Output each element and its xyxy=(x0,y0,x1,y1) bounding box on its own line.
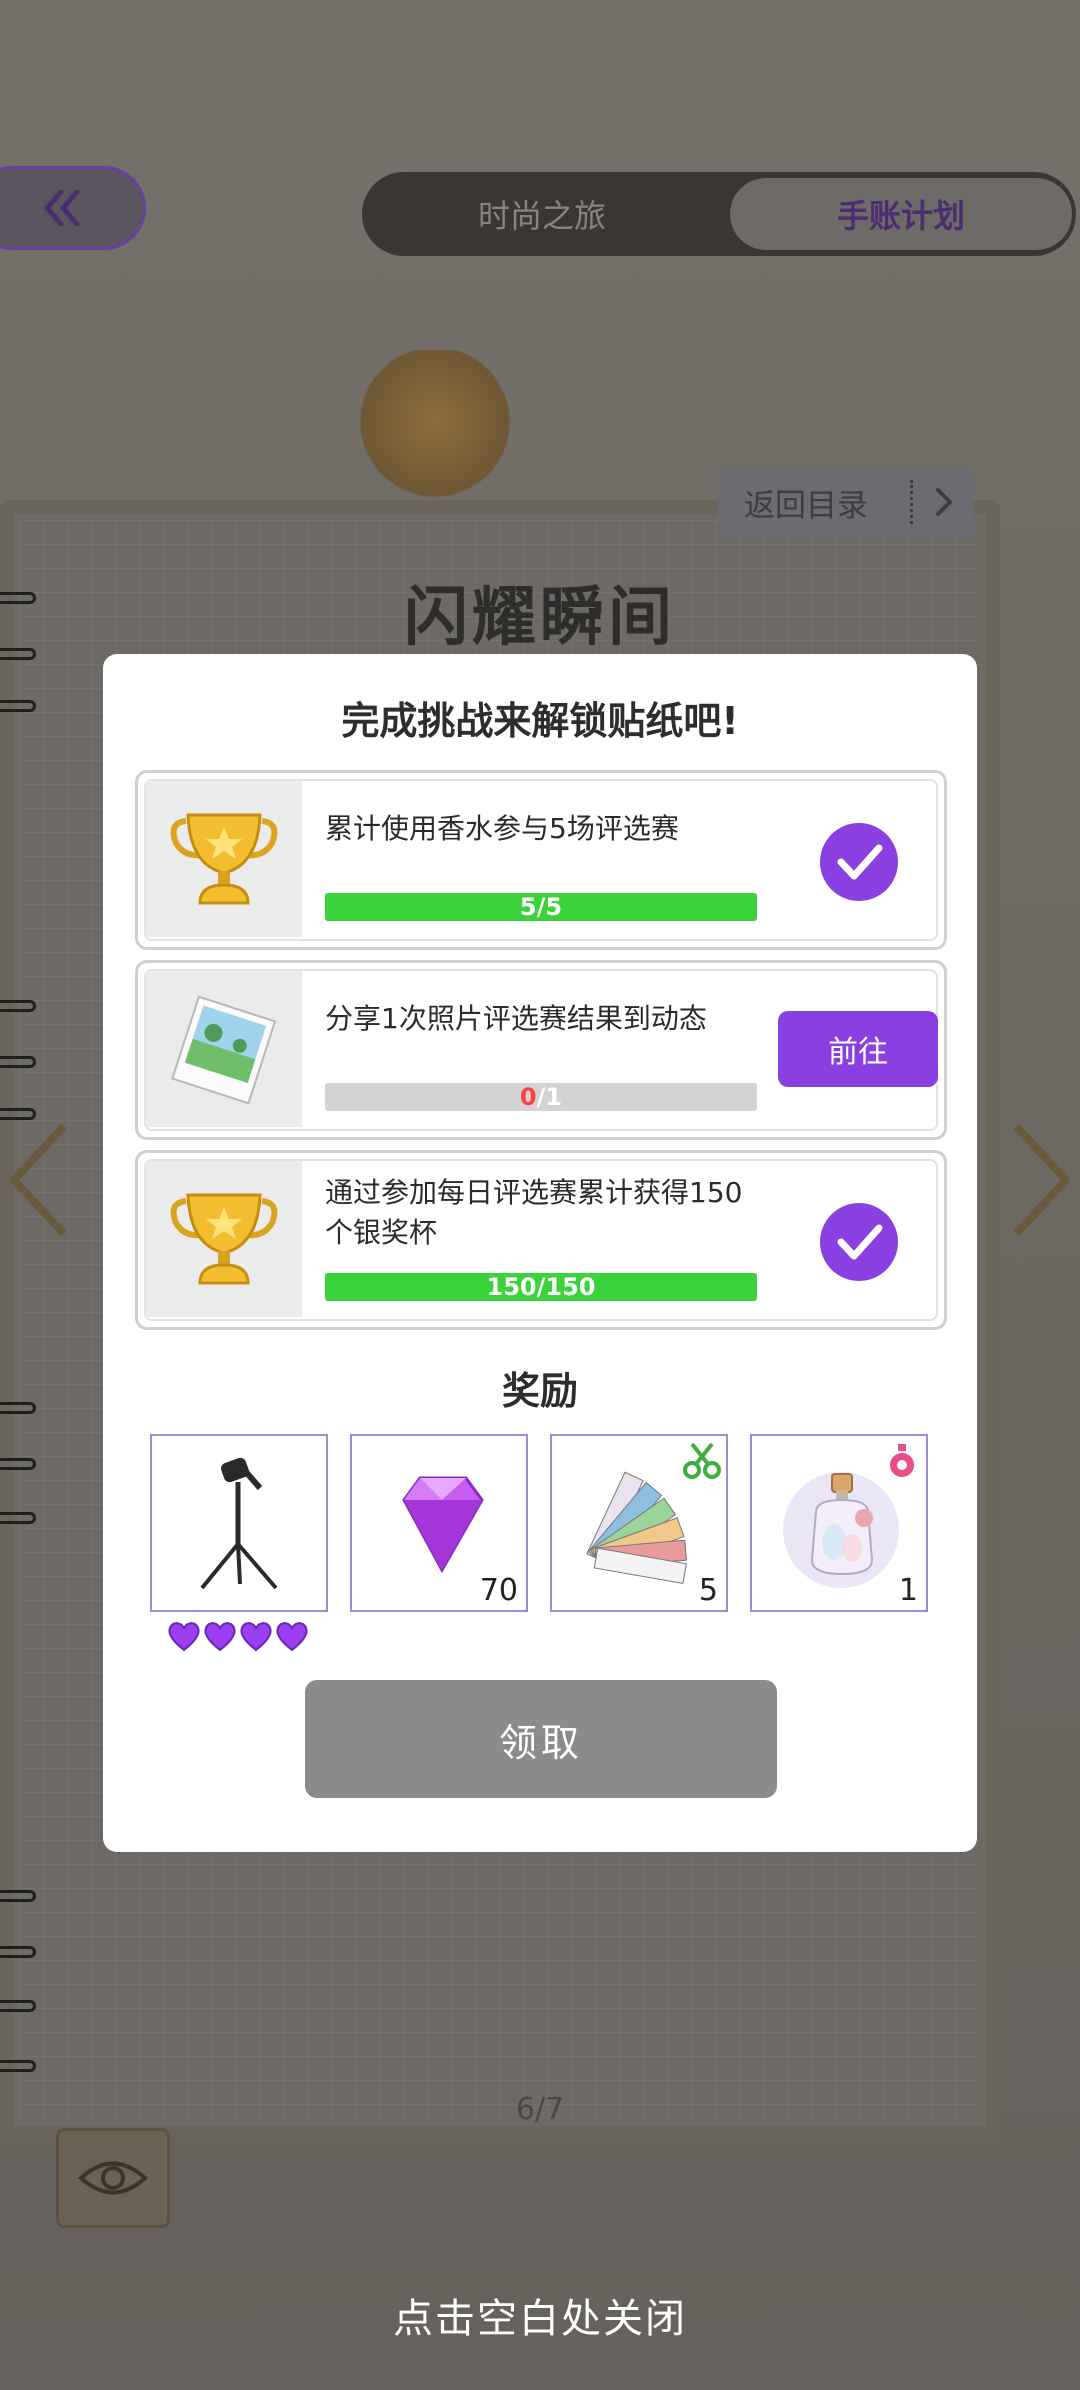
claim-button[interactable]: 领取 xyxy=(305,1680,777,1798)
task-card: 累计使用香水参与5场评选赛 5/5 xyxy=(135,770,947,950)
challenge-modal: 完成挑战来解锁贴纸吧! 累计使用香水参与5场评选赛 5/5 分享1次照片评选赛结… xyxy=(103,654,977,1852)
previous-page-arrow-icon[interactable] xyxy=(8,1120,68,1240)
spiral-ring xyxy=(0,1512,36,1524)
heart-icon xyxy=(168,1622,200,1652)
lucky-cat-sticker xyxy=(350,350,520,510)
heart-icon xyxy=(204,1622,236,1652)
perfume-icon xyxy=(890,1444,914,1477)
reward-rating xyxy=(167,1620,309,1652)
spiral-ring xyxy=(0,1946,36,1958)
completed-check-badge xyxy=(820,823,898,901)
tab-fashion-journey[interactable]: 时尚之旅 xyxy=(362,172,722,256)
spiral-ring xyxy=(0,1108,36,1120)
top-tab-bar: 时尚之旅 手账计划 xyxy=(362,172,1076,256)
photo-icon xyxy=(171,995,277,1105)
modal-title: 完成挑战来解锁贴纸吧! xyxy=(341,699,739,743)
task-description: 分享1次照片评选赛结果到动态 xyxy=(325,1002,707,1035)
task-card: 通过参加每日评选赛累计获得150个银奖杯 150/150 xyxy=(135,1150,947,1330)
reward-item-spotlight[interactable] xyxy=(150,1434,328,1612)
spotlight-stand-icon xyxy=(200,1457,278,1590)
trophy-icon xyxy=(170,813,278,905)
completed-check-badge xyxy=(820,1203,898,1281)
task-progress-bar: 5/5 xyxy=(325,893,757,921)
task-thumbnail xyxy=(146,971,302,1127)
heart-icon xyxy=(240,1622,272,1652)
view-toggle-button[interactable] xyxy=(56,2128,170,2228)
task-thumbnail xyxy=(146,1161,302,1317)
tap-to-close-hint: 点击空白处关闭 xyxy=(393,2296,687,2342)
spiral-ring xyxy=(0,1458,36,1470)
reward-count: 1 xyxy=(898,1573,918,1608)
progress-current: 150 xyxy=(486,1273,537,1301)
task-card: 分享1次照片评选赛结果到动态 0/1 前往 xyxy=(135,960,947,1140)
checkmark-icon xyxy=(837,844,883,880)
task-progress-bar: 0/1 xyxy=(325,1083,757,1111)
reward-item-color-swatch[interactable]: 5 xyxy=(550,1434,728,1612)
next-page-arrow-icon[interactable] xyxy=(1012,1120,1072,1240)
tab-journal-plan[interactable]: 手账计划 xyxy=(730,178,1072,250)
eye-icon xyxy=(78,2161,148,2195)
progress-target: 5 xyxy=(545,893,563,921)
progress-label: 150/150 xyxy=(486,1273,596,1301)
reward-item-perfume[interactable]: 1 xyxy=(750,1434,928,1612)
reward-count: 5 xyxy=(698,1573,718,1608)
spiral-ring xyxy=(0,1000,36,1012)
chevron-right-icon xyxy=(936,488,952,516)
progress-target: 1 xyxy=(545,1083,563,1111)
task-progress-bar: 150/150 xyxy=(325,1273,757,1301)
progress-current: 0 xyxy=(519,1083,537,1111)
progress-target: 150 xyxy=(545,1273,596,1301)
task-description: 通过参加每日评选赛累计获得150个银奖杯 xyxy=(325,1176,743,1249)
spiral-ring xyxy=(0,1890,36,1902)
checkmark-icon xyxy=(837,1224,883,1260)
spiral-ring xyxy=(0,2060,36,2072)
page-number: 6/7 xyxy=(515,2092,565,2127)
spiral-ring xyxy=(0,700,36,712)
spiral-ring xyxy=(0,1402,36,1414)
scissors-icon xyxy=(683,1442,721,1479)
purple-diamond-icon xyxy=(402,1476,484,1574)
spiral-ring xyxy=(0,1056,36,1068)
go-button[interactable]: 前往 xyxy=(778,1011,938,1087)
return-to-contents-button[interactable]: 返回目录 xyxy=(718,468,974,536)
return-to-contents-label: 返回目录 xyxy=(744,487,868,524)
spiral-ring xyxy=(0,2000,36,2012)
reward-item-diamond[interactable]: 70 xyxy=(350,1434,528,1612)
rewards-title: 奖励 xyxy=(501,1369,578,1413)
task-thumbnail xyxy=(146,781,302,937)
progress-label: 0/1 xyxy=(519,1083,563,1111)
divider xyxy=(910,480,913,524)
heart-icon xyxy=(276,1622,308,1652)
trophy-icon xyxy=(170,1193,278,1285)
progress-label: 5/5 xyxy=(519,893,563,921)
task-description: 累计使用香水参与5场评选赛 xyxy=(325,812,679,845)
double-chevron-left-icon xyxy=(44,189,80,227)
reward-count: 70 xyxy=(479,1573,518,1608)
back-button[interactable] xyxy=(0,166,146,250)
page-heading: 闪耀瞬间 xyxy=(404,581,676,655)
progress-current: 5 xyxy=(519,893,537,921)
